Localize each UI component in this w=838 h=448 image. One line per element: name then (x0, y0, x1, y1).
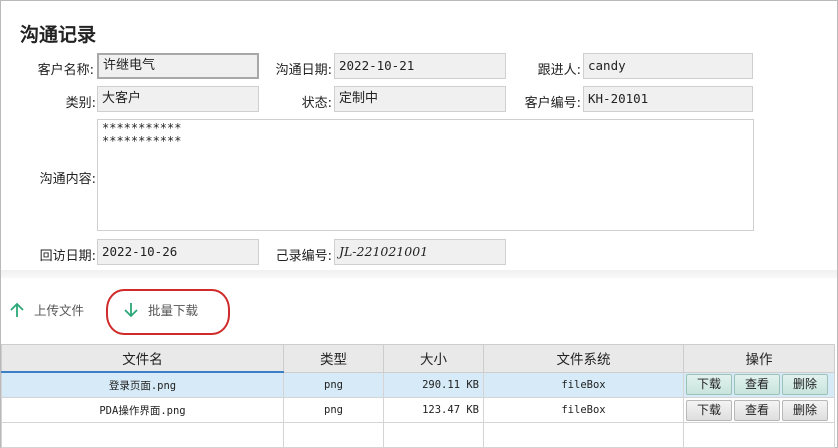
page-title: 沟通记录 (20, 24, 97, 46)
category-field[interactable]: 大客户 (97, 86, 259, 112)
table-empty-row (1, 422, 835, 448)
view-button[interactable]: 查看 (734, 399, 780, 421)
follower-field[interactable]: candy (583, 53, 753, 79)
upload-file-button[interactable]: 上传文件 (8, 300, 84, 319)
cell-type: png (283, 397, 384, 423)
download-button[interactable]: 下载 (686, 374, 732, 396)
column-header-actions: 操作 (683, 344, 835, 373)
cell-type: png (283, 371, 384, 398)
cell-size: 123.47 KB (383, 397, 484, 423)
column-header-size[interactable]: 大小 (383, 344, 484, 373)
section-separator (1, 270, 837, 278)
category-label: 类别: (65, 96, 96, 111)
delete-button[interactable]: 删除 (782, 374, 828, 396)
cell-actions: 下载 查看 删除 (683, 371, 835, 398)
status-field[interactable]: 定制中 (334, 86, 506, 112)
customer-no-label: 客户编号: (524, 96, 581, 111)
comm-date-field[interactable]: 2022-10-21 (334, 53, 506, 79)
table-row[interactable]: PDA操作界面.png png 123.47 KB fileBox 下载 查看 删除 (1, 397, 835, 423)
revisit-date-field[interactable]: 2022-10-26 (97, 239, 259, 265)
record-no-label: 己录编号: (275, 249, 332, 264)
arrow-up-icon (10, 302, 24, 317)
content-label: 沟通内容: (39, 172, 96, 187)
content-textarea[interactable]: *********** *********** (97, 119, 754, 231)
column-header-type[interactable]: 类型 (283, 344, 384, 373)
cell-filename: 登录页面.png (1, 371, 284, 398)
table-header-row: 文件名 类型 大小 文件系统 操作 (1, 344, 835, 373)
customer-name-field[interactable]: 许继电气 (97, 53, 259, 79)
delete-button[interactable]: 删除 (782, 399, 828, 421)
table-row[interactable]: 登录页面.png png 290.11 KB fileBox 下载 查看 删除 (1, 371, 835, 398)
file-table: 文件名 类型 大小 文件系统 操作 登录页面.png png 290.11 KB… (1, 344, 835, 448)
follower-label: 跟进人: (537, 63, 581, 78)
cell-size: 290.11 KB (383, 371, 484, 398)
upload-file-label: 上传文件 (34, 303, 85, 318)
comm-date-label: 沟通日期: (275, 63, 332, 78)
revisit-date-label: 回访日期: (39, 249, 96, 264)
cell-filesystem: fileBox (483, 371, 684, 398)
download-button[interactable]: 下载 (686, 399, 732, 421)
cell-actions: 下载 查看 删除 (683, 397, 835, 423)
column-header-filename[interactable]: 文件名 (1, 344, 284, 373)
record-no-field[interactable]: JL-221021001 (334, 239, 506, 265)
cell-filename: PDA操作界面.png (1, 397, 284, 423)
customer-name-label: 客户名称: (37, 63, 94, 78)
column-header-filesystem[interactable]: 文件系统 (483, 344, 684, 373)
status-label: 状态: (301, 96, 332, 111)
view-button[interactable]: 查看 (734, 374, 780, 396)
customer-no-field[interactable]: KH-20101 (583, 86, 753, 112)
highlight-ring (106, 289, 230, 335)
cell-filesystem: fileBox (483, 397, 684, 423)
